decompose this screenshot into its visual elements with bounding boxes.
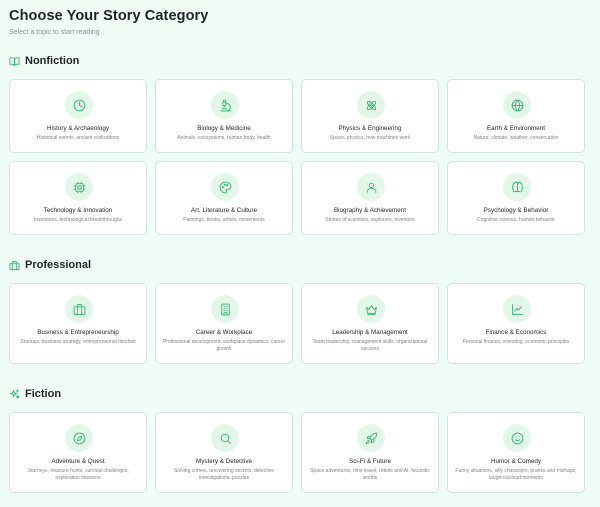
briefcase-icon <box>73 303 85 315</box>
page-title: Choose Your Story Category <box>9 8 209 24</box>
globe-icon <box>511 99 523 111</box>
category-card-biography[interactable]: Biography & Achievement Stories of scien… <box>301 161 439 235</box>
page-subtitle: Select a topic to start reading <box>9 29 100 36</box>
card-description: Personal finance, investing, economic pr… <box>462 339 570 345</box>
card-description: Team leadership, management skills, orga… <box>312 339 428 352</box>
card-title: Finance & Economics <box>485 329 547 336</box>
section-header-nonfiction: Nonfiction <box>9 53 79 69</box>
rocket-icon <box>365 432 377 444</box>
card-title: Art, Literature & Culture <box>190 207 258 214</box>
category-grid-nonfiction: History & Archaeology Historical events,… <box>9 79 593 237</box>
card-title: Adventure & Quest <box>51 458 105 465</box>
card-description: Historical events, ancient civilizations <box>36 135 120 141</box>
card-title: Physics & Engineering <box>338 125 402 132</box>
palette-icon <box>219 181 231 193</box>
atom-icon <box>366 100 376 110</box>
building-icon <box>220 303 230 315</box>
section-title: Nonfiction <box>25 55 80 67</box>
category-card-career[interactable]: Career & Workplace Professional developm… <box>155 283 293 364</box>
category-grid-fiction: Adventure & Quest Journeys, treasure hun… <box>9 412 593 494</box>
category-card-art[interactable]: Art, Literature & Culture Paintings, boo… <box>155 161 293 235</box>
book-open-icon <box>9 56 20 66</box>
card-title: Sci-Fi & Future <box>349 458 391 465</box>
category-card-business[interactable]: Business & Entrepreneurship Startups, bu… <box>9 283 147 364</box>
card-description: Solving crimes, uncovering secrets, dete… <box>173 468 275 481</box>
card-title: Biography & Achievement <box>333 207 407 214</box>
category-card-scifi[interactable]: Sci-Fi & Future Space adventures, time t… <box>301 412 439 493</box>
category-card-physics[interactable]: Physics & Engineering Space, physics, ho… <box>301 79 439 153</box>
sparkles-icon <box>9 388 20 399</box>
card-title: History & Archaeology <box>47 125 109 132</box>
crown-icon <box>365 304 377 315</box>
card-description: Stories of scientists, explorers, invent… <box>325 217 415 223</box>
brain-icon <box>511 181 523 192</box>
card-title: Psychology & Behavior <box>483 207 549 214</box>
category-page: Choose Your Story Category Select a topi… <box>0 0 600 507</box>
section-title: Professional <box>25 259 92 271</box>
category-grid-professional: Business & Entrepreneurship Startups, bu… <box>9 283 593 365</box>
category-card-technology[interactable]: Technology & Innovation Inventions, tech… <box>9 161 147 235</box>
card-title: Earth & Environment <box>486 125 546 132</box>
category-card-earth[interactable]: Earth & Environment Nature, climate, wea… <box>447 79 585 153</box>
compass-icon <box>73 432 85 444</box>
chip-icon <box>73 181 85 193</box>
card-title: Leadership & Management <box>332 329 408 336</box>
card-description: Cognitive science, human behavior <box>477 217 555 223</box>
category-card-humor[interactable]: Humor & Comedy Funny situations, silly c… <box>447 412 585 493</box>
category-card-finance[interactable]: Finance & Economics Personal finance, in… <box>447 283 585 364</box>
card-description: Journeys, treasure hunts, survival chall… <box>27 468 129 481</box>
card-description: Inventions, technological breakthroughs <box>33 217 123 223</box>
card-title: Mystery & Detective <box>196 458 252 465</box>
card-title: Biology & Medicine <box>197 125 251 132</box>
section-header-professional: Professional <box>9 257 91 273</box>
category-card-history[interactable]: History & Archaeology Historical events,… <box>9 79 147 153</box>
card-description: Funny situations, silly characters, pran… <box>455 468 577 481</box>
microscope-icon <box>219 99 231 111</box>
card-description: Nature, climate, weather, conservation <box>473 135 559 141</box>
user-icon <box>366 182 376 193</box>
card-title: Humor & Comedy <box>490 458 542 465</box>
category-card-adventure[interactable]: Adventure & Quest Journeys, treasure hun… <box>9 412 147 493</box>
card-description: Space, physics, how machines work <box>329 135 411 141</box>
category-card-leadership[interactable]: Leadership & Management Team leadership,… <box>301 283 439 364</box>
section-header-fiction: Fiction <box>9 386 61 402</box>
smile-icon <box>511 432 523 444</box>
card-description: Space adventures, time travel, robots an… <box>310 468 430 481</box>
category-card-biology[interactable]: Biology & Medicine Animals, ecosystems, … <box>155 79 293 153</box>
card-description: Professional development, workplace dyna… <box>162 339 286 352</box>
card-title: Technology & Innovation <box>43 207 113 214</box>
card-description: Paintings, books, artists, movements <box>183 217 265 223</box>
clock-icon <box>73 99 85 111</box>
card-description: Animals, ecosystems, human body, health <box>177 135 271 141</box>
card-title: Career & Workplace <box>195 329 253 336</box>
search-icon <box>220 433 231 444</box>
category-card-mystery[interactable]: Mystery & Detective Solving crimes, unco… <box>155 412 293 493</box>
category-card-psychology[interactable]: Psychology & Behavior Cognitive science,… <box>447 161 585 235</box>
section-title: Fiction <box>25 388 62 400</box>
card-title: Business & Entrepreneurship <box>37 329 119 336</box>
line-chart-icon <box>511 303 523 315</box>
card-description: Startups, business strategy, entrepreneu… <box>20 339 136 345</box>
briefcase-icon <box>9 260 20 270</box>
